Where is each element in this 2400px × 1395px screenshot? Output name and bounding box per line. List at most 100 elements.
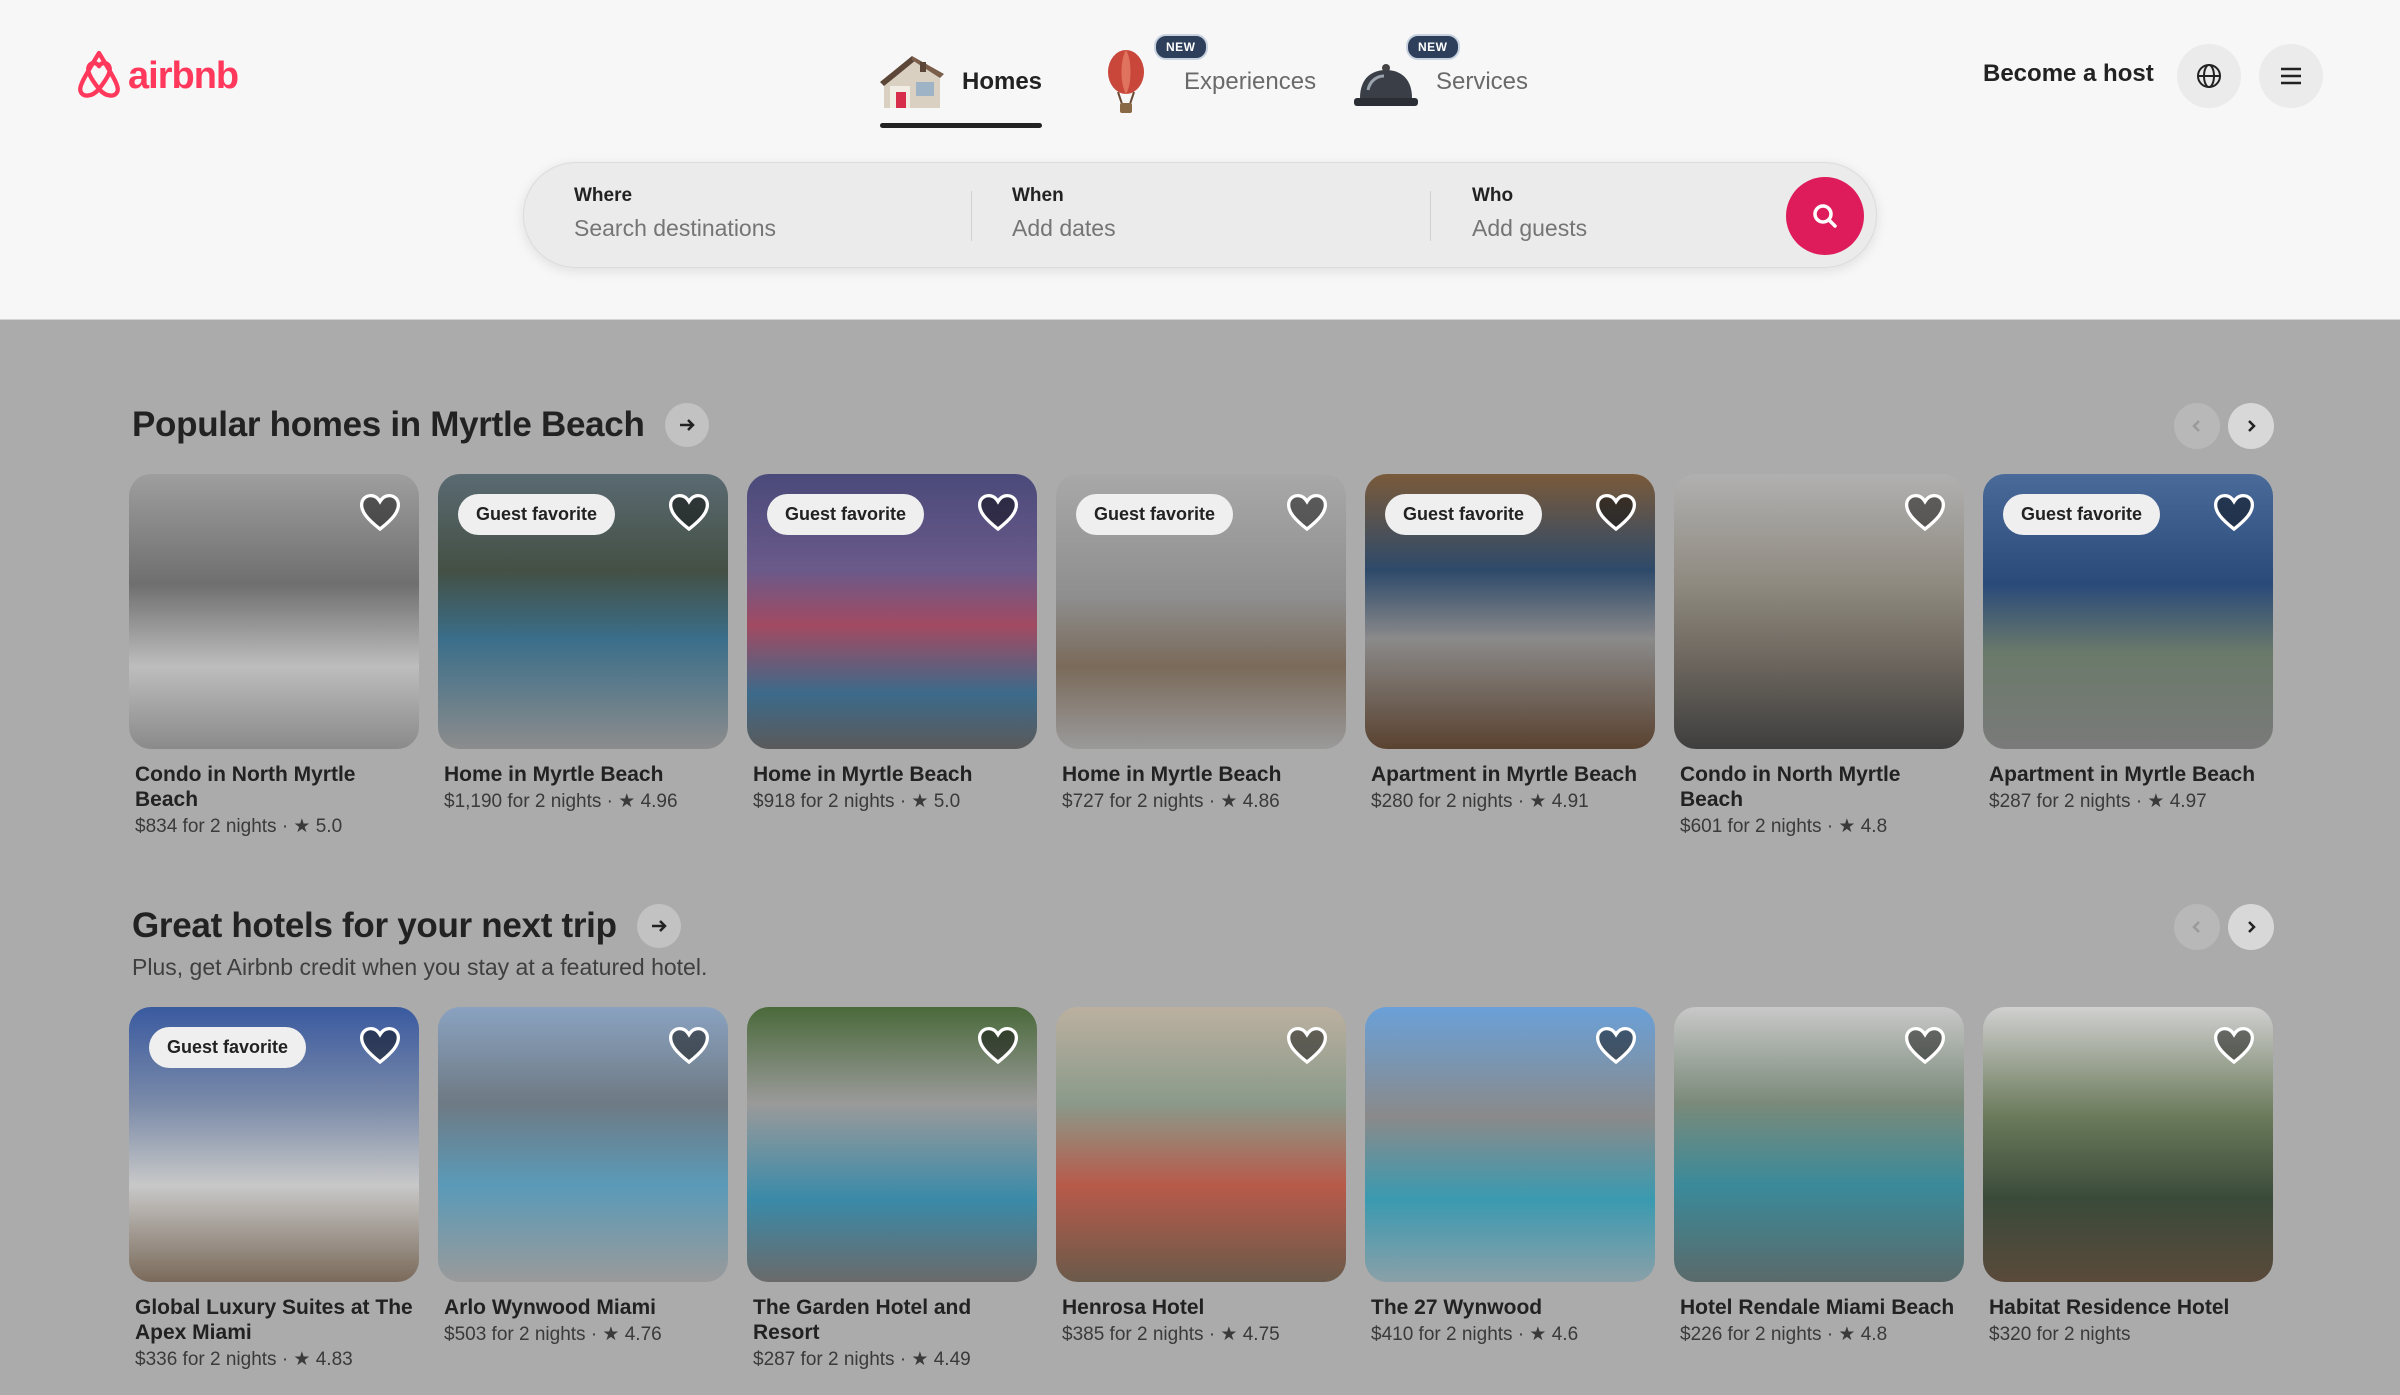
when-label: When bbox=[1012, 185, 1064, 206]
heart-icon[interactable] bbox=[1904, 1025, 1946, 1065]
listing-photo[interactable] bbox=[438, 1007, 728, 1282]
chevron-right-icon bbox=[2248, 420, 2256, 432]
listing-photo[interactable] bbox=[1674, 1007, 1964, 1282]
heart-icon[interactable] bbox=[977, 492, 1019, 532]
guests-input[interactable] bbox=[1472, 215, 1752, 242]
who-field[interactable]: Who bbox=[1472, 185, 1752, 242]
listing-photo[interactable]: Guest favorite bbox=[747, 474, 1037, 749]
guest-favorite-badge: Guest favorite bbox=[149, 1027, 307, 1068]
listing-title: Henrosa Hotel bbox=[1062, 1296, 1205, 1319]
listing-photo[interactable]: Guest favorite bbox=[438, 474, 728, 749]
arrow-right-icon bbox=[651, 920, 667, 932]
listing-price-rating: $1,190 for 2 nights · ★ 4.96 bbox=[444, 791, 678, 812]
main-menu-button[interactable] bbox=[2259, 44, 2323, 108]
listing-card[interactable]: Guest favorite Global Luxury Suites at T… bbox=[129, 1007, 419, 1373]
listing-price-rating: $834 for 2 nights · ★ 5.0 bbox=[135, 816, 343, 837]
heart-icon[interactable] bbox=[2213, 492, 2255, 532]
heart-icon[interactable] bbox=[668, 492, 710, 532]
listing-card[interactable]: Habitat Residence Hotel $320 for 2 night… bbox=[1983, 1007, 2273, 1373]
listing-price-rating: $287 for 2 nights · ★ 4.97 bbox=[1989, 791, 2207, 812]
guest-favorite-badge: Guest favorite bbox=[1076, 494, 1234, 535]
heart-icon[interactable] bbox=[1286, 1025, 1328, 1065]
new-badge: NEW bbox=[1406, 34, 1460, 60]
listing-photo[interactable] bbox=[1983, 1007, 2273, 1282]
chevron-right-icon bbox=[2248, 921, 2256, 933]
where-label: Where bbox=[574, 185, 633, 206]
hamburger-menu-icon bbox=[2281, 67, 2301, 85]
hotels-carousel: Guest favorite Global Luxury Suites at T… bbox=[129, 1007, 2273, 1373]
heart-icon[interactable] bbox=[359, 492, 401, 532]
listing-photo[interactable]: Guest favorite bbox=[1365, 474, 1655, 749]
listing-card[interactable]: Hotel Rendale Miami Beach $226 for 2 nig… bbox=[1674, 1007, 1964, 1373]
see-all-arrow-button[interactable] bbox=[636, 904, 681, 948]
listing-card[interactable]: The 27 Wynwood $410 for 2 nights · ★ 4.6 bbox=[1365, 1007, 1655, 1373]
listing-title: Condo in North Myrtle Beach bbox=[1680, 763, 1901, 811]
heart-icon[interactable] bbox=[1904, 492, 1946, 532]
where-field[interactable]: Where bbox=[574, 185, 934, 242]
dates-input[interactable] bbox=[1012, 215, 1372, 242]
carousel-controls bbox=[2174, 904, 2274, 950]
listing-price-rating: $280 for 2 nights · ★ 4.91 bbox=[1371, 791, 1589, 812]
become-a-host-link[interactable]: Become a host bbox=[1983, 60, 2154, 88]
listing-card[interactable]: Henrosa Hotel $385 for 2 nights · ★ 4.75 bbox=[1056, 1007, 1346, 1373]
tab-homes[interactable]: Homes bbox=[876, 40, 1043, 128]
carousel-next-button[interactable] bbox=[2228, 403, 2274, 449]
listing-card[interactable]: Arlo Wynwood Miami $503 for 2 nights · ★… bbox=[438, 1007, 728, 1373]
listing-photo[interactable]: Guest favorite bbox=[1983, 474, 2273, 749]
carousel-next-button[interactable] bbox=[2228, 904, 2274, 950]
listing-price-rating: $601 for 2 nights · ★ 4.8 bbox=[1680, 816, 1888, 837]
search-icon bbox=[1813, 204, 1837, 228]
listing-photo[interactable] bbox=[747, 1007, 1037, 1282]
section-title-great-hotels[interactable]: Great hotels for your next trip bbox=[132, 904, 681, 948]
listing-card[interactable]: Guest favorite Home in Myrtle Beach $727… bbox=[1056, 474, 1346, 840]
tab-services[interactable]: NEW Services bbox=[1350, 34, 1528, 124]
listing-card[interactable]: Condo in North Myrtle Beach $834 for 2 n… bbox=[129, 474, 419, 840]
hot-air-balloon-icon: NEW bbox=[1098, 34, 1208, 118]
listing-card[interactable]: Guest favorite Apartment in Myrtle Beach… bbox=[1365, 474, 1655, 840]
listing-photo[interactable] bbox=[1674, 474, 1964, 749]
heart-icon[interactable] bbox=[359, 1025, 401, 1065]
listing-price-rating: $226 for 2 nights · ★ 4.8 bbox=[1680, 1324, 1888, 1345]
listing-title: Arlo Wynwood Miami bbox=[444, 1296, 656, 1319]
listing-title: Home in Myrtle Beach bbox=[753, 763, 973, 786]
listing-photo[interactable] bbox=[1365, 1007, 1655, 1282]
listing-photo[interactable]: Guest favorite bbox=[129, 1007, 419, 1282]
destination-input[interactable] bbox=[574, 215, 934, 242]
guest-favorite-badge: Guest favorite bbox=[1385, 494, 1543, 535]
language-button[interactable] bbox=[2177, 44, 2241, 108]
heart-icon[interactable] bbox=[668, 1025, 710, 1065]
tab-experiences-label: Experiences bbox=[1184, 68, 1317, 95]
carousel-controls bbox=[2174, 403, 2274, 449]
heart-icon[interactable] bbox=[2213, 1025, 2255, 1065]
listing-card[interactable]: Guest favorite Home in Myrtle Beach $918… bbox=[747, 474, 1037, 840]
section-heading: Great hotels for your next trip bbox=[132, 906, 617, 945]
heart-icon[interactable] bbox=[1595, 1025, 1637, 1065]
search-divider bbox=[971, 191, 972, 241]
chevron-left-icon bbox=[2192, 921, 2200, 933]
listing-title: Home in Myrtle Beach bbox=[1062, 763, 1282, 786]
heart-icon[interactable] bbox=[1286, 492, 1328, 532]
globe-icon bbox=[2197, 64, 2221, 88]
listing-price-rating: $385 for 2 nights · ★ 4.75 bbox=[1062, 1324, 1280, 1345]
see-all-arrow-button[interactable] bbox=[664, 403, 709, 447]
search-button[interactable] bbox=[1786, 177, 1864, 255]
listing-card[interactable]: Condo in North Myrtle Beach $601 for 2 n… bbox=[1674, 474, 1964, 840]
carousel-prev-button[interactable] bbox=[2174, 904, 2220, 950]
listing-photo[interactable] bbox=[129, 474, 419, 749]
heart-icon[interactable] bbox=[1595, 492, 1637, 532]
listing-price-rating: $727 for 2 nights · ★ 4.86 bbox=[1062, 791, 1280, 812]
listing-photo[interactable] bbox=[1056, 1007, 1346, 1282]
listing-card[interactable]: The Garden Hotel and Resort $287 for 2 n… bbox=[747, 1007, 1037, 1373]
house-icon bbox=[876, 46, 948, 118]
listing-title: Habitat Residence Hotel bbox=[1989, 1296, 2230, 1319]
section-title-popular-homes[interactable]: Popular homes in Myrtle Beach bbox=[132, 403, 709, 447]
listing-card[interactable]: Guest favorite Home in Myrtle Beach $1,1… bbox=[438, 474, 728, 840]
listing-card[interactable]: Guest favorite Apartment in Myrtle Beach… bbox=[1983, 474, 2273, 840]
listing-title: Condo in North Myrtle Beach bbox=[135, 763, 356, 811]
carousel-prev-button[interactable] bbox=[2174, 403, 2220, 449]
chevron-left-icon bbox=[2192, 420, 2200, 432]
heart-icon[interactable] bbox=[977, 1025, 1019, 1065]
listing-photo[interactable]: Guest favorite bbox=[1056, 474, 1346, 749]
when-field[interactable]: When bbox=[1012, 185, 1372, 242]
tab-experiences[interactable]: NEW Experiences bbox=[1098, 34, 1317, 124]
